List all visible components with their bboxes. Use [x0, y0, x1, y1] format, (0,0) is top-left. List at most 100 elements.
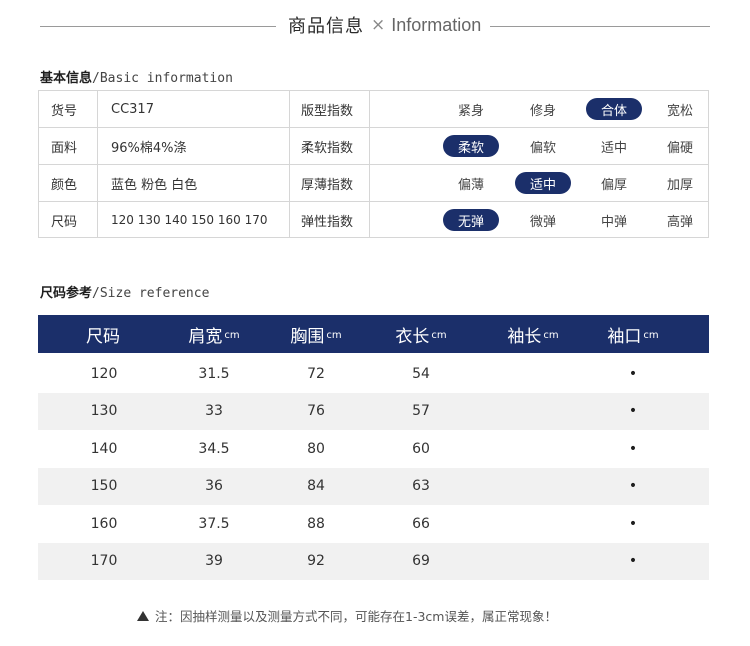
header-separator: ×	[371, 15, 386, 35]
size-table-cell: 36	[205, 478, 223, 494]
size-table-cell: •	[628, 478, 638, 494]
size-ref-title-en: /Size reference	[92, 286, 210, 301]
size-table-header: 尺码 肩宽 cm 胸围 cm 衣长 cm 袖长 cm 袖口 cm	[38, 315, 709, 353]
size-column-header: 胸围 cm	[256, 315, 376, 353]
basic-info-title: 基本信息/Basic information	[40, 67, 233, 86]
size-table-cell: •	[628, 440, 638, 457]
index-label: 柔软指数	[301, 140, 354, 156]
basic-info-row: 货号 CC317 版型指数 紧身 修身 合体 宽松	[39, 91, 708, 128]
attribute-label: 货号	[51, 103, 78, 119]
basic-info-row: 尺码 120 130 140 150 160 170 弹性指数 无弹 微弹 中弹 高弹	[39, 202, 708, 239]
size-column-header: 尺码	[44, 315, 164, 353]
size-table-cell	[483, 468, 583, 505]
index-option: 微弹	[529, 214, 556, 230]
header-title-cn: 商品信息	[288, 16, 364, 37]
size-table-cell: •	[628, 365, 638, 382]
header-divider-left	[40, 26, 276, 27]
column-header-label: 衣长	[395, 326, 430, 347]
index-option: 偏厚	[600, 177, 627, 193]
column-header-unit: cm	[224, 330, 240, 341]
size-table-cell: 150	[90, 478, 118, 494]
size-table-cell: 57	[412, 403, 430, 419]
index-option-selected: 无弹	[443, 209, 499, 231]
size-ref-title: 尺码参考/Size reference	[40, 282, 209, 301]
size-table-cell: 33	[205, 403, 223, 419]
size-table-row: 160 37.5 88 66 •	[38, 505, 709, 542]
header-divider-right	[490, 26, 710, 27]
size-table-cell: 92	[307, 553, 325, 569]
index-option: 修身	[529, 103, 556, 119]
size-column-header: 袖口 cm	[573, 315, 693, 353]
basic-info-row: 颜色 蓝色 粉色 白色 厚薄指数 偏薄 适中 偏厚 加厚	[39, 165, 708, 202]
size-table-cell	[483, 355, 583, 392]
size-table-cell: •	[628, 403, 638, 419]
index-option: 中弹	[600, 214, 627, 230]
header-title-en: Information	[391, 14, 482, 35]
size-table-cell: 170	[90, 553, 118, 569]
index-option: 高弹	[666, 214, 693, 230]
basic-info-table: 货号 CC317 版型指数 紧身 修身 合体 宽松 面料 96%棉4%涤 柔软指数 柔软 偏软 适中 偏硬…	[38, 90, 709, 238]
size-table-row: 170 39 92 69 •	[38, 542, 709, 580]
measurement-note: 注：因抽样测量以及测量方式不同，可能存在1-3cm误差，属正常现象！	[137, 606, 557, 625]
size-table-row: 150 36 84 63 •	[38, 467, 709, 505]
column-header-label: 肩宽	[188, 326, 223, 347]
size-table-cell: 60	[412, 440, 430, 457]
size-table-cell	[483, 430, 583, 467]
attribute-label: 颜色	[51, 177, 78, 193]
index-option: 紧身	[457, 103, 484, 119]
index-option: 宽松	[666, 103, 693, 119]
basic-info-title-cn: 基本信息	[40, 71, 93, 86]
attribute-label: 面料	[51, 140, 78, 156]
column-header-unit: cm	[326, 330, 342, 341]
warning-icon	[137, 610, 149, 621]
size-table-cell: 37.5	[198, 515, 230, 532]
index-option-selected: 柔软	[443, 135, 499, 157]
size-table-cell: 84	[307, 478, 325, 494]
column-header-label: 尺码	[86, 326, 120, 347]
attribute-label: 尺码	[51, 214, 78, 230]
size-table-row: 130 33 76 57 •	[38, 392, 709, 430]
column-header-label: 袖口	[607, 326, 642, 347]
size-table-cell: 72	[307, 365, 325, 382]
size-table-cell: 160	[90, 515, 118, 532]
column-header-label: 胸围	[290, 326, 325, 347]
size-table-cell: 66	[412, 515, 430, 532]
basic-info-row: 面料 96%棉4%涤 柔软指数 柔软 偏软 适中 偏硬	[39, 128, 708, 165]
size-table-cell: •	[628, 553, 638, 569]
size-table-cell	[483, 393, 583, 430]
attribute-value: 120 130 140 150 160 170	[111, 213, 268, 227]
attribute-value: 96%棉4%涤	[111, 140, 187, 156]
size-table-cell: 76	[307, 403, 325, 419]
size-table-cell: 120	[90, 365, 118, 382]
size-table-cell: 80	[307, 440, 325, 457]
column-header-unit: cm	[643, 330, 659, 341]
index-option: 偏薄	[457, 177, 484, 193]
size-table-cell: •	[628, 515, 638, 532]
index-label: 厚薄指数	[301, 177, 354, 193]
size-table-cell: 130	[90, 403, 118, 419]
index-label: 弹性指数	[301, 214, 354, 230]
size-table-cell: 63	[412, 478, 430, 494]
basic-info-title-en: /Basic information	[92, 71, 233, 86]
attribute-value: CC317	[111, 101, 154, 117]
index-option: 加厚	[666, 177, 693, 193]
size-table-cell: 69	[412, 553, 430, 569]
size-table-row: 120 31.5 72 54 •	[38, 355, 709, 392]
note-text: 注：因抽样测量以及测量方式不同，可能存在1-3cm误差，属正常现象！	[155, 609, 557, 624]
size-column-header: 衣长 cm	[361, 315, 481, 353]
index-option: 适中	[600, 140, 627, 156]
column-header-label: 袖长	[507, 326, 542, 347]
size-table-cell: 140	[90, 440, 118, 457]
size-table-cell: 54	[412, 365, 430, 382]
size-table-cell	[483, 505, 583, 542]
size-table-cell: 34.5	[198, 440, 230, 457]
index-option-selected: 合体	[586, 98, 642, 120]
size-table-cell	[483, 543, 583, 580]
size-table-cell: 39	[205, 553, 223, 569]
size-table-cell: 31.5	[198, 365, 230, 382]
column-header-unit: cm	[431, 330, 447, 341]
size-ref-title-cn: 尺码参考	[40, 286, 93, 301]
index-label: 版型指数	[301, 103, 354, 119]
index-option-selected: 适中	[515, 172, 571, 194]
attribute-value: 蓝色 粉色 白色	[111, 177, 198, 193]
